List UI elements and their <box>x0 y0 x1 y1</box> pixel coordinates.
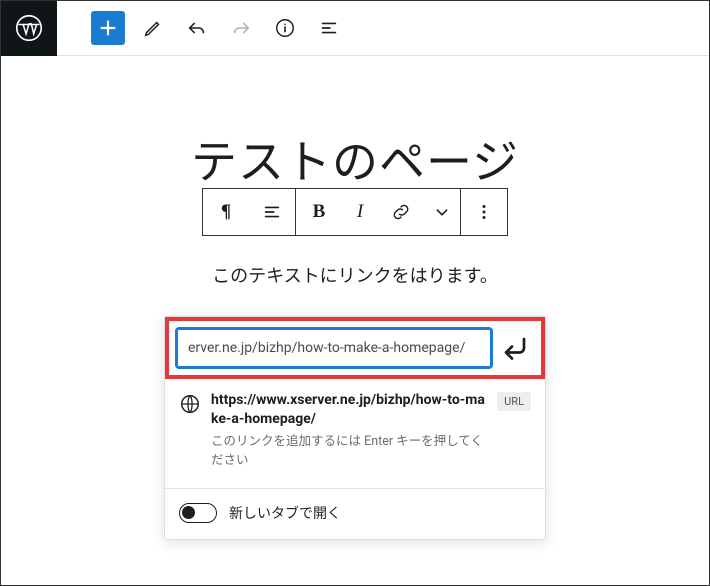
redo-button[interactable] <box>219 6 263 50</box>
link-button[interactable] <box>378 189 424 235</box>
suggestion-url: https://www.xserver.ne.jp/bizhp/how-to-m… <box>211 391 487 429</box>
chevron-down-icon <box>431 201 453 223</box>
url-badge: URL <box>497 392 531 411</box>
info-icon <box>274 17 296 39</box>
page-title[interactable]: テストのページ <box>191 126 519 192</box>
outline-button[interactable] <box>307 6 351 50</box>
redo-icon <box>230 17 252 39</box>
suggestion-hint: このリンクを追加するには Enter キーを押してください <box>211 433 487 471</box>
new-tab-row: 新しいタブで開く <box>165 489 545 539</box>
edit-mode-button[interactable] <box>131 6 175 50</box>
undo-icon <box>186 17 208 39</box>
globe-icon <box>179 393 201 419</box>
paragraph-icon: ¶ <box>221 201 231 223</box>
toggle-knob <box>182 506 195 519</box>
link-suggestion[interactable]: https://www.xserver.ne.jp/bizhp/how-to-m… <box>165 379 545 484</box>
add-block-button[interactable] <box>91 11 125 45</box>
info-button[interactable] <box>263 6 307 50</box>
new-tab-label: 新しいタブで開く <box>229 503 341 523</box>
plus-icon <box>97 17 119 39</box>
block-toolbar: ¶ B I <box>202 188 508 236</box>
pencil-icon <box>142 17 164 39</box>
outline-icon <box>318 17 340 39</box>
link-popover: https://www.xserver.ne.jp/bizhp/how-to-m… <box>164 316 546 540</box>
align-icon <box>261 201 283 223</box>
link-icon <box>390 201 412 223</box>
suggestion-body: https://www.xserver.ne.jp/bizhp/how-to-m… <box>211 391 487 470</box>
bold-button[interactable]: B <box>296 189 342 235</box>
italic-icon: I <box>357 201 363 223</box>
link-url-input[interactable] <box>177 329 491 367</box>
italic-button[interactable]: I <box>342 189 378 235</box>
editor-content: テストのページ ¶ B I <box>1 56 709 540</box>
more-formatting-button[interactable] <box>424 189 460 235</box>
more-options-button[interactable] <box>461 189 507 235</box>
block-type-button[interactable]: ¶ <box>203 189 249 235</box>
link-input-highlight <box>165 317 545 379</box>
wordpress-logo[interactable] <box>1 1 57 56</box>
top-toolbar <box>1 1 709 56</box>
bold-icon: B <box>313 201 326 223</box>
link-submit-button[interactable] <box>497 330 533 366</box>
wordpress-icon <box>15 14 43 42</box>
new-tab-toggle[interactable] <box>179 503 217 523</box>
undo-button[interactable] <box>175 6 219 50</box>
enter-icon <box>497 330 533 366</box>
align-button[interactable] <box>249 189 295 235</box>
paragraph-block[interactable]: このテキストにリンクをはります。 <box>212 262 498 288</box>
kebab-icon <box>473 201 495 223</box>
